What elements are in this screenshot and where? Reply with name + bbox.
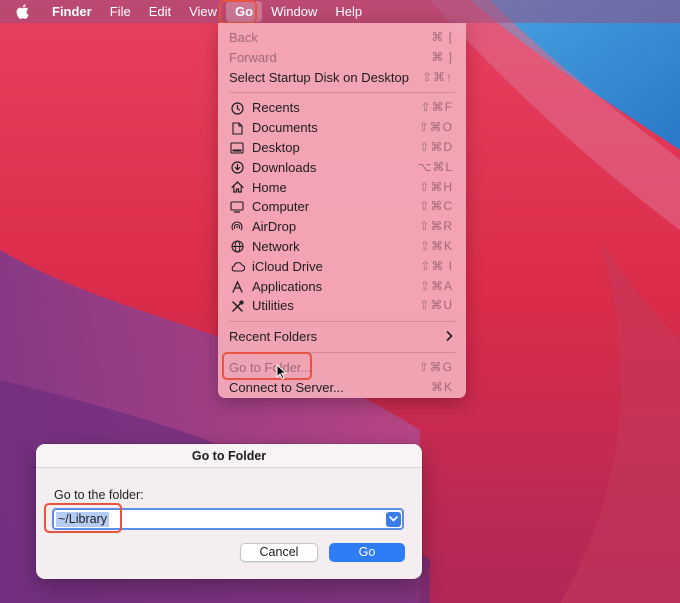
menu-edit[interactable]: Edit <box>140 0 180 23</box>
menu-item-recent-folders[interactable]: Recent Folders <box>218 327 466 347</box>
shortcut-label: ⇧⌘ I <box>420 258 453 273</box>
menu-item-label: Desktop <box>252 139 300 155</box>
chevron-right-icon <box>446 327 453 347</box>
mouse-pointer-icon <box>276 364 287 380</box>
menu-item-label: Home <box>252 179 287 195</box>
menu-bar: Finder File Edit View Go Window Help <box>0 0 680 23</box>
go-menu: Back ⌘ [ Forward ⌘ ] Select Startup Disk… <box>218 23 466 398</box>
shortcut-label: ⇧⌘D <box>419 139 453 154</box>
menu-item-network[interactable]: Network ⇧⌘K <box>218 237 466 257</box>
menu-item-select-startup-disk[interactable]: Select Startup Disk on Desktop ⇧⌘↑ <box>218 68 466 88</box>
menu-finder[interactable]: Finder <box>43 0 101 23</box>
shortcut-label: ⇧⌘K <box>419 238 453 253</box>
menu-item-computer[interactable]: Computer ⇧⌘C <box>218 197 466 217</box>
menu-view[interactable]: View <box>180 0 226 23</box>
home-icon <box>229 179 245 195</box>
folder-path-input[interactable]: ~/Library <box>52 508 404 530</box>
menu-item-airdrop[interactable]: AirDrop ⇧⌘R <box>218 217 466 237</box>
menu-item-label: Network <box>252 238 300 254</box>
menu-item-desktop[interactable]: Desktop ⇧⌘D <box>218 138 466 158</box>
cancel-button[interactable]: Cancel <box>240 543 318 562</box>
menu-item-label: Recents <box>252 100 300 116</box>
shortcut-label: ⌘ [ <box>431 30 453 44</box>
clock-icon <box>229 100 245 116</box>
shortcut-label: ⌘ ] <box>431 49 453 64</box>
menu-item-label: Select Startup Disk on Desktop <box>229 69 409 85</box>
menu-item-recents[interactable]: Recents ⇧⌘F <box>218 98 466 118</box>
computer-icon <box>229 199 245 215</box>
shortcut-label: ⇧⌘↑ <box>421 69 453 84</box>
menu-separator <box>229 351 455 353</box>
menu-item-downloads[interactable]: Downloads ⌥⌘L <box>218 158 466 178</box>
airdrop-icon <box>229 219 245 235</box>
menu-item-go-to-folder[interactable]: Go to Folder... ⇧⌘G <box>218 358 466 378</box>
desktop-icon <box>229 140 245 156</box>
menu-item-label: Computer <box>252 199 310 215</box>
apple-menu[interactable] <box>0 0 43 23</box>
menu-item-label: Applications <box>252 278 323 294</box>
menu-window[interactable]: Window <box>262 0 326 23</box>
network-icon <box>229 239 245 255</box>
shortcut-label: ⇧⌘H <box>419 179 453 194</box>
cloud-icon <box>229 259 245 275</box>
shortcut-label: ⌘K <box>430 379 453 394</box>
download-icon <box>229 160 245 176</box>
menu-separator <box>229 321 455 323</box>
menu-item-back[interactable]: Back ⌘ [ <box>218 28 466 48</box>
menu-item-label: Go to Folder... <box>229 359 312 375</box>
menu-item-connect-to-server[interactable]: Connect to Server... ⌘K <box>218 378 466 398</box>
shortcut-label: ⌥⌘L <box>417 159 453 174</box>
shortcut-label: ⇧⌘R <box>419 219 453 234</box>
menu-item-forward[interactable]: Forward ⌘ ] <box>218 48 466 68</box>
folder-path-value: ~/Library <box>56 511 109 527</box>
menu-item-utilities[interactable]: Utilities ⇧⌘U <box>218 296 466 316</box>
menu-separator <box>229 92 455 94</box>
utilities-icon <box>229 298 245 314</box>
folder-path-label: Go to the folder: <box>54 488 144 502</box>
shortcut-label: ⇧⌘A <box>419 278 453 293</box>
menu-item-label: Forward <box>229 49 277 65</box>
menu-help[interactable]: Help <box>326 0 371 23</box>
dialog-title: Go to Folder <box>36 444 422 468</box>
apple-logo-icon <box>16 4 29 19</box>
menu-go[interactable]: Go <box>226 1 263 22</box>
menu-item-label: Downloads <box>252 159 317 175</box>
shortcut-label: ⇧⌘C <box>419 199 453 214</box>
chevron-down-icon[interactable] <box>386 511 401 527</box>
shortcut-label: ⇧⌘G <box>418 359 453 374</box>
menu-item-home[interactable]: Home ⇧⌘H <box>218 178 466 198</box>
menu-item-label: Connect to Server... <box>229 379 344 395</box>
menu-item-label: Back <box>229 30 258 45</box>
menu-item-icloud-drive[interactable]: iCloud Drive ⇧⌘ I <box>218 257 466 277</box>
menu-item-label: Recent Folders <box>229 329 318 345</box>
go-button[interactable]: Go <box>329 543 405 562</box>
menu-file[interactable]: File <box>101 0 140 23</box>
shortcut-label: ⇧⌘O <box>418 120 453 135</box>
go-to-folder-dialog: Go to Folder Go to the folder: ~/Library… <box>36 444 422 579</box>
menu-item-applications[interactable]: Applications ⇧⌘A <box>218 277 466 297</box>
menu-item-label: Utilities <box>252 298 294 314</box>
menu-item-documents[interactable]: Documents ⇧⌘O <box>218 118 466 138</box>
shortcut-label: ⇧⌘U <box>419 298 453 313</box>
document-icon <box>229 120 245 136</box>
applications-icon <box>229 278 245 294</box>
shortcut-label: ⇧⌘F <box>420 100 453 115</box>
menu-item-label: iCloud Drive <box>252 258 323 274</box>
menu-item-label: Documents <box>252 120 318 136</box>
menu-item-label: AirDrop <box>252 219 297 235</box>
